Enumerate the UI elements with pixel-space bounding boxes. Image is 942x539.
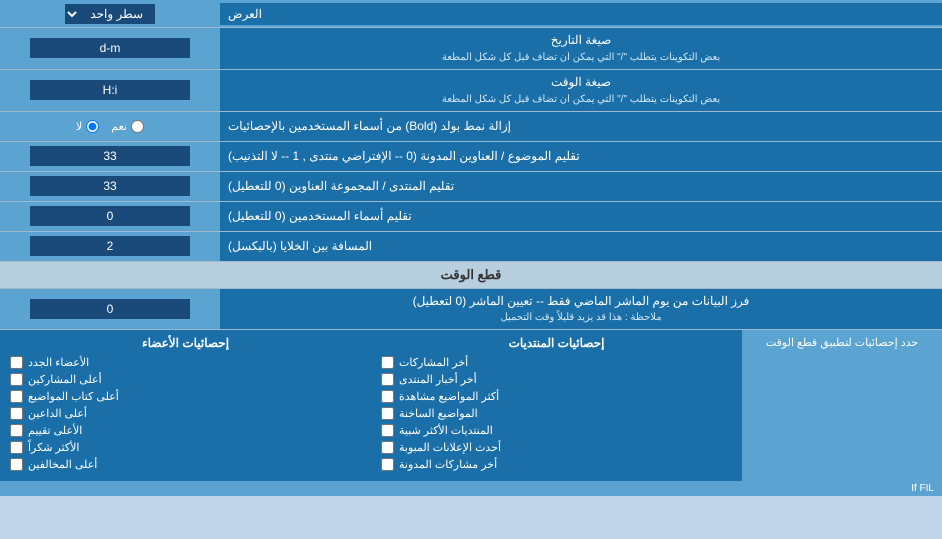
- date-format-input[interactable]: [30, 38, 190, 58]
- stat-forums-item-2: أكثر المواضيع مشاهدة: [381, 390, 732, 403]
- time-format-input-area: [0, 70, 220, 111]
- stat-forums-check-6[interactable]: [381, 458, 394, 471]
- stat-forums-check-5[interactable]: [381, 441, 394, 454]
- bold-remove-row: إزالة نمط بولد (Bold) من أسماء المستخدمي…: [0, 112, 942, 142]
- realtime-label: فرز البيانات من يوم الماشر الماضي فقط --…: [220, 289, 942, 330]
- cell-distance-input-area: [0, 232, 220, 261]
- stat-members-check-2[interactable]: [10, 390, 23, 403]
- time-format-row: صيغة الوقت بعض التكوينات يتطلب "/" التي …: [0, 70, 942, 112]
- time-format-input[interactable]: [30, 80, 190, 100]
- date-format-row: صيغة التاريخ بعض التكوينات يتطلب "/" الت…: [0, 28, 942, 70]
- bold-remove-yes-radio[interactable]: [131, 120, 144, 133]
- forum-order-row: تقليم المنتدى / المجموعة العناوين (0 للت…: [0, 172, 942, 202]
- stats-apply-text: حدد إحصائيات لتطبيق قطع الوقت: [766, 336, 918, 349]
- stat-members-item-1: أعلى المشاركين: [10, 373, 361, 386]
- time-format-label: صيغة الوقت بعض التكوينات يتطلب "/" التي …: [220, 70, 942, 111]
- stat-members-item-6: أعلى المخالفين: [10, 458, 361, 471]
- stat-members-item-5: الأكثر شكراً: [10, 441, 361, 454]
- display-row: العرض سطر واحدسطرينثلاثة أسطر: [0, 0, 942, 28]
- realtime-row: فرز البيانات من يوم الماشر الماضي فقط --…: [0, 289, 942, 331]
- forum-order-input[interactable]: [30, 176, 190, 196]
- topic-order-row: تقليم الموضوع / العناوين المدونة (0 -- ا…: [0, 142, 942, 172]
- stat-members-check-3[interactable]: [10, 407, 23, 420]
- topic-order-input[interactable]: [30, 146, 190, 166]
- forum-order-label: تقليم المنتدى / المجموعة العناوين (0 للت…: [220, 172, 942, 201]
- stats-col-forums: إحصائيات المنتديات أخر المشاركات أخر أخب…: [371, 330, 742, 481]
- stat-members-check-6[interactable]: [10, 458, 23, 471]
- stats-apply-col: حدد إحصائيات لتطبيق قطع الوقت: [742, 330, 942, 481]
- stats-col2-title: إحصائيات الأعضاء: [10, 336, 361, 350]
- stats-col-members: إحصائيات الأعضاء الأعضاء الجدد أعلى المش…: [0, 330, 371, 481]
- cell-distance-input[interactable]: [30, 236, 190, 256]
- radio-yes-group: نعم: [111, 120, 144, 133]
- topic-order-label: تقليم الموضوع / العناوين المدونة (0 -- ا…: [220, 142, 942, 171]
- username-trim-input-area: [0, 202, 220, 231]
- date-format-label: صيغة التاريخ بعض التكوينات يتطلب "/" الت…: [220, 28, 942, 69]
- display-select[interactable]: سطر واحدسطرينثلاثة أسطر: [65, 4, 155, 24]
- username-trim-label: تقليم أسماء المستخدمين (0 للتعطيل): [220, 202, 942, 231]
- username-trim-row: تقليم أسماء المستخدمين (0 للتعطيل): [0, 202, 942, 232]
- stat-forums-check-2[interactable]: [381, 390, 394, 403]
- stat-members-item-2: أعلى كتاب المواضيع: [10, 390, 361, 403]
- cell-distance-label: المسافة بين الخلايا (بالبكسل): [220, 232, 942, 261]
- cell-distance-row: المسافة بين الخلايا (بالبكسل): [0, 232, 942, 262]
- stat-members-check-1[interactable]: [10, 373, 23, 386]
- stat-members-item-0: الأعضاء الجدد: [10, 356, 361, 369]
- footer-note: If FIL: [0, 481, 942, 496]
- realtime-section-header: قطع الوقت: [0, 262, 942, 289]
- forum-order-input-area: [0, 172, 220, 201]
- bold-remove-label: إزالة نمط بولد (Bold) من أسماء المستخدمي…: [220, 112, 942, 141]
- bold-remove-no-radio[interactable]: [86, 120, 99, 133]
- stat-forums-check-0[interactable]: [381, 356, 394, 369]
- bold-remove-no-label: لا: [76, 120, 82, 133]
- stat-forums-check-1[interactable]: [381, 373, 394, 386]
- stats-section: حدد إحصائيات لتطبيق قطع الوقت إحصائيات ا…: [0, 330, 942, 481]
- bold-remove-radio-area: نعم لا: [0, 112, 220, 141]
- bold-remove-yes-label: نعم: [111, 120, 127, 133]
- stat-members-check-4[interactable]: [10, 424, 23, 437]
- stat-forums-item-3: المواضيع الساخنة: [381, 407, 732, 420]
- stat-members-item-3: أعلى الداعين: [10, 407, 361, 420]
- display-select-area[interactable]: سطر واحدسطرينثلاثة أسطر: [0, 1, 220, 27]
- stat-forums-item-1: أخر أخبار المنتدى: [381, 373, 732, 386]
- stat-forums-check-4[interactable]: [381, 424, 394, 437]
- stat-forums-item-4: المنتديات الأكثر شبية: [381, 424, 732, 437]
- stat-forums-check-3[interactable]: [381, 407, 394, 420]
- topic-order-input-area: [0, 142, 220, 171]
- stats-col1-title: إحصائيات المنتديات: [381, 336, 732, 350]
- display-label: العرض: [220, 3, 942, 25]
- username-trim-input[interactable]: [30, 206, 190, 226]
- stat-forums-item-0: أخر المشاركات: [381, 356, 732, 369]
- stat-forums-item-5: أحدث الإعلانات المبوبة: [381, 441, 732, 454]
- date-format-input-area: [0, 28, 220, 69]
- radio-no-group: لا: [76, 120, 99, 133]
- stat-members-check-0[interactable]: [10, 356, 23, 369]
- stat-members-check-5[interactable]: [10, 441, 23, 454]
- stat-members-item-4: الأعلى تقييم: [10, 424, 361, 437]
- stat-forums-item-6: أخر مشاركات المدونة: [381, 458, 732, 471]
- realtime-input[interactable]: [30, 299, 190, 319]
- realtime-input-area: [0, 289, 220, 330]
